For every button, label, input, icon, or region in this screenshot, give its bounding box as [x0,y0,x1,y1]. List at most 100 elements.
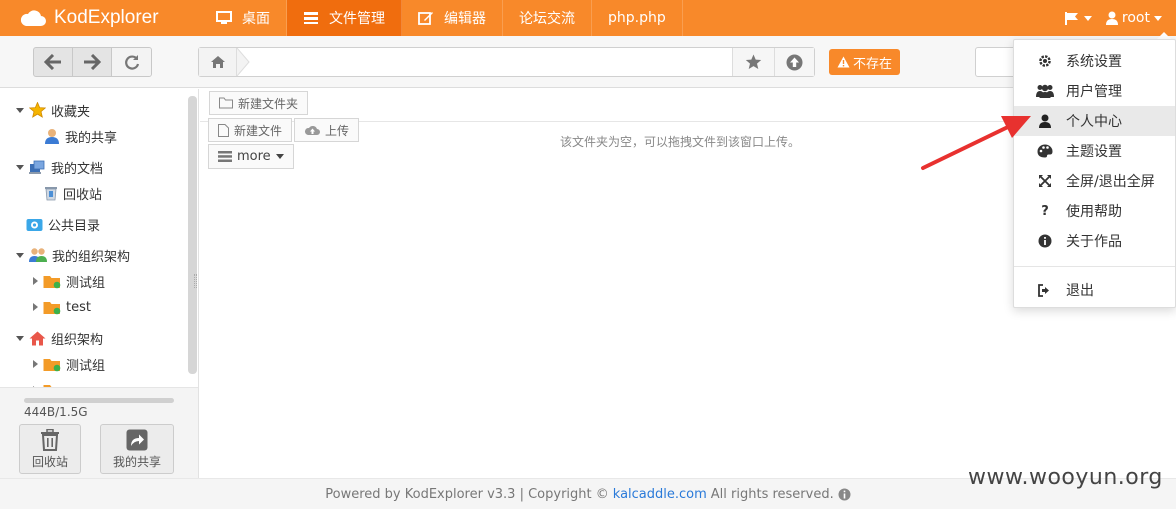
tree-item-public-folder[interactable]: 公共目录 [26,211,100,237]
upload-label: 上传 [325,123,350,138]
menu-user-management[interactable]: 用户管理 [1014,76,1175,106]
not-exist-badge: 不存在 [829,49,901,75]
file-icon [218,123,229,137]
list-icon [304,12,318,24]
expand-icon[interactable] [16,164,24,170]
parent-directory-button[interactable] [774,48,814,76]
path-input[interactable] [259,48,729,76]
flag-icon [1064,11,1078,25]
info-icon [1038,234,1052,248]
tree-item-test[interactable]: test [33,294,91,320]
nav-desktop-label: 桌面 [242,11,270,27]
sidebar-scrollbar[interactable] [188,96,197,374]
more-label: more [237,149,271,164]
home-icon [210,56,225,68]
quota-bar [24,398,174,403]
refresh-icon [124,55,139,70]
tree-item-my-organization[interactable]: 我的组织架构 [16,242,130,268]
expand-icon[interactable] [16,107,24,113]
tree-item-label: 我的文档 [51,161,104,177]
footer-link[interactable]: kalcaddle.com [613,487,707,502]
user-icon [1039,114,1051,128]
nav-forum-label: 论坛交流 [519,11,575,27]
menu-label: 退出 [1066,283,1094,299]
tree-item-test-group-2[interactable]: 测试组 [33,351,105,377]
menu-label: 全屏/退出全屏 [1066,174,1155,190]
nav-php-file[interactable]: php.php [592,0,683,36]
expand-icon[interactable] [16,335,24,341]
folder-icon [43,275,61,288]
user-dropdown-menu: 系统设置 用户管理 个人中心 主题设置 全屏/退出全屏 ? 使用帮助 关于作品 … [1013,39,1176,308]
menu-label: 个人中心 [1066,114,1122,130]
tree-item-label: 收藏夹 [51,104,91,120]
arrow-up-circle-icon [786,54,803,70]
menu-about[interactable]: 关于作品 [1014,226,1175,256]
tree-item-recycle-bin[interactable]: 回收站 [44,180,102,206]
new-file-button[interactable]: 新建文件 [208,118,293,142]
annotation-arrow-icon [921,116,1031,170]
tree-item-partial[interactable] [33,377,61,387]
tree-item-organization[interactable]: 组织架构 [16,325,103,351]
public-folder-icon [26,218,43,231]
fullscreen-icon [1039,175,1051,187]
main-nav: 桌面 文件管理 编辑器 论坛交流 php.php [200,0,683,36]
menu-help[interactable]: ? 使用帮助 [1014,196,1175,226]
language-menu[interactable] [1064,11,1092,26]
recycle-bin-button[interactable]: 回收站 [19,424,81,474]
menu-logout[interactable]: 退出 [1014,275,1175,305]
star-icon [29,102,46,118]
new-file-label: 新建文件 [234,123,283,138]
menu-system-settings[interactable]: 系统设置 [1014,46,1175,76]
new-folder-label: 新建文件夹 [238,96,299,111]
brand[interactable]: KodExplorer [20,0,159,36]
quota-text: 444B/1.5G [24,405,88,419]
path-toolbar: 不存在 [0,36,1176,88]
more-button[interactable]: more [208,144,294,169]
question-icon: ? [1041,203,1049,219]
tree-item-label: 测试组 [66,358,106,374]
expand-icon[interactable] [16,252,24,258]
nav-forum[interactable]: 论坛交流 [503,0,592,36]
upload-button[interactable]: 上传 [294,118,360,142]
recycle-bin-label: 回收站 [31,454,68,469]
logout-icon [1038,283,1049,297]
brand-name: KodExplorer [54,7,159,28]
tree-item-test-group[interactable]: 测试组 [33,268,105,294]
menu-label: 关于作品 [1066,234,1122,250]
tree-item-favorites[interactable]: 收藏夹 [16,97,90,123]
collapse-icon[interactable] [33,277,38,285]
new-folder-button[interactable]: 新建文件夹 [209,91,309,115]
share-icon [126,429,148,450]
tree-item-my-documents[interactable]: 我的文档 [16,154,103,180]
nav-editor-label: 编辑器 [444,11,486,27]
recycle-icon [45,187,57,201]
user-menu[interactable]: root [1105,10,1162,26]
home-button[interactable] [199,48,237,76]
footer-prefix: Powered by KodExplorer v3.3 | Copyright … [325,486,609,502]
tree-item-label: 我的共享 [65,130,118,146]
menu-divider [1014,266,1175,267]
collapse-icon[interactable] [33,303,38,311]
back-button[interactable] [34,48,73,76]
my-share-button[interactable]: 我的共享 [100,424,174,474]
resize-handle[interactable] [194,274,197,288]
nav-desktop[interactable]: 桌面 [200,0,287,36]
info-icon[interactable] [838,488,851,501]
tree-item-label: test [66,299,91,315]
house-icon [29,331,46,345]
sidebar-footer: 444B/1.5G 回收站 我的共享 [0,387,198,478]
favorite-button[interactable] [732,48,774,76]
tree-item-label: 回收站 [63,187,103,203]
footer-suffix: All rights reserved. [710,486,834,502]
top-right-menu: root [1064,0,1162,36]
tree-item-my-share[interactable]: 我的共享 [44,123,117,149]
collapse-icon[interactable] [33,360,38,368]
nav-file-manager[interactable]: 文件管理 [287,0,402,36]
forward-button[interactable] [73,48,112,76]
address-bar [198,47,815,77]
nav-php-file-label: php.php [608,10,666,26]
folder-icon [43,358,61,371]
cloud-upload-icon [304,125,320,135]
nav-editor[interactable]: 编辑器 [402,0,503,36]
refresh-button[interactable] [112,48,151,76]
